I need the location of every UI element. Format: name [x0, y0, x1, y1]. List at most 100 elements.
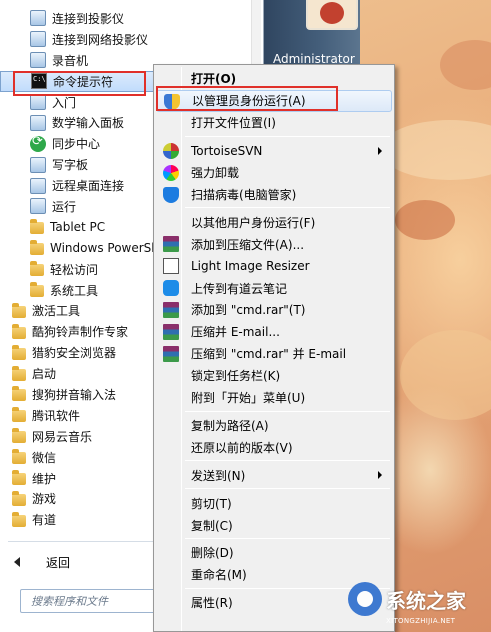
context-menu-item-label: 打开文件位置(I): [191, 116, 276, 131]
sync-center-icon: [30, 134, 46, 152]
projector-icon: [30, 10, 46, 27]
context-menu-item[interactable]: TortoiseSVN: [156, 140, 392, 162]
youdao-cloud-icon: [163, 280, 179, 297]
program-item-label: 数学输入面板: [52, 116, 125, 131]
context-menu-item[interactable]: 压缩并 E-mail...: [156, 321, 392, 343]
context-menu-item-label: TortoiseSVN: [191, 143, 263, 158]
submenu-arrow-icon: [378, 471, 382, 480]
menu-separator: [185, 207, 390, 209]
folder-icon: [12, 449, 26, 465]
menu-separator: [185, 488, 390, 490]
program-item-label: 激活工具: [32, 304, 81, 319]
context-menu-item[interactable]: 发送到(N): [156, 464, 392, 486]
program-item-label: 运行: [52, 199, 77, 214]
antivirus-icon: [163, 186, 179, 203]
context-menu-item-label: 复制为路径(A): [191, 418, 269, 433]
watermark-url: XITONGZHIJIA.NET: [386, 617, 456, 625]
watermark-logo-icon: [348, 582, 382, 616]
program-item-label: 微信: [32, 450, 57, 465]
context-menu-item-label: 打开(O): [191, 72, 237, 87]
folder-icon: [12, 511, 26, 527]
context-menu-item-label: 还原以前的版本(V): [191, 440, 293, 455]
program-item-label: 写字板: [52, 158, 89, 173]
context-menu-item[interactable]: 打开文件位置(I): [156, 112, 392, 134]
winrar-icon: [163, 323, 179, 340]
context-menu-item-label: 上传到有道云笔记: [191, 281, 288, 296]
back-arrow-icon: [14, 557, 20, 567]
getting-started-icon: [30, 94, 46, 110]
program-item-label: 游戏: [32, 492, 57, 507]
context-menu-item[interactable]: 剪切(T): [156, 492, 392, 514]
context-menu-item-label: 发送到(N): [191, 468, 246, 483]
context-menu-item-label: Light Image Resizer: [191, 259, 310, 274]
wordpad-icon: [30, 156, 46, 173]
program-item-label: 连接到网络投影仪: [52, 32, 149, 47]
context-menu-item[interactable]: 上传到有道云笔记: [156, 277, 392, 299]
back-label: 返回: [46, 555, 71, 570]
context-menu-item[interactable]: 删除(D): [156, 542, 392, 564]
folder-icon: [12, 407, 26, 423]
context-menu-item[interactable]: 还原以前的版本(V): [156, 436, 392, 458]
math-input-icon: [30, 114, 46, 131]
uninstall-icon: [163, 164, 179, 181]
folder-icon: [12, 302, 26, 318]
program-item-label: 轻松访问: [50, 262, 99, 277]
menu-separator: [185, 135, 390, 137]
context-menu-item[interactable]: 复制(C): [156, 514, 392, 536]
folder-icon: [12, 386, 26, 402]
winrar-icon: [163, 236, 179, 253]
context-menu-item-label: 剪切(T): [191, 496, 232, 511]
folder-icon: [30, 282, 44, 298]
watermark-text: 系统之家: [386, 588, 466, 613]
context-menu-item[interactable]: 添加到压缩文件(A)...: [156, 233, 392, 255]
context-menu-item[interactable]: 打开(O): [156, 68, 392, 90]
cmd-icon: [31, 73, 47, 90]
context-menu-item[interactable]: Light Image Resizer: [156, 255, 392, 277]
program-item-label: 远程桌面连接: [52, 179, 125, 194]
context-menu-item[interactable]: 附到「开始」菜单(U): [156, 387, 392, 409]
program-item-label: 网易云音乐: [32, 429, 93, 444]
back-button[interactable]: 返回: [14, 551, 70, 573]
program-item-label: 启动: [32, 367, 57, 382]
watermark: 系统之家: [348, 582, 466, 616]
submenu-arrow-icon: [378, 146, 382, 155]
context-menu: 打开(O) 以管理员身份运行(A) 打开文件位置(I) TortoiseSVN 强力卸载…: [153, 64, 395, 632]
network-projector-icon: [30, 31, 46, 48]
context-menu-item-label: 删除(D): [191, 546, 234, 561]
folder-icon: [30, 261, 44, 277]
remote-desktop-icon: [30, 177, 46, 194]
context-menu-item-label: 复制(C): [191, 518, 233, 533]
context-menu-item[interactable]: 添加到 "cmd.rar"(T): [156, 299, 392, 321]
context-menu-item[interactable]: 以管理员身份运行(A): [156, 89, 392, 112]
context-menu-item[interactable]: 强力卸载: [156, 162, 392, 184]
context-menu-item[interactable]: 锁定到任务栏(K): [156, 365, 392, 387]
run-icon: [30, 198, 46, 215]
user-avatar[interactable]: [306, 0, 358, 30]
program-item-label: 维护: [32, 471, 57, 486]
context-menu-item-label: 扫描病毒(电脑管家): [191, 187, 297, 202]
program-item-label: 命令提示符: [53, 74, 114, 89]
context-menu-item[interactable]: 复制为路径(A): [156, 415, 392, 437]
program-item-label: 录音机: [52, 53, 89, 68]
microphone-icon: [30, 52, 46, 69]
context-menu-item[interactable]: 压缩到 "cmd.rar" 并 E-mail: [156, 343, 392, 365]
context-menu-item-label: 锁定到任务栏(K): [191, 369, 281, 384]
context-menu-item-label: 重命名(M): [191, 568, 247, 583]
context-menu-item-label: 以管理员身份运行(A): [192, 94, 306, 109]
context-menu-item-label: 压缩并 E-mail...: [191, 325, 280, 340]
folder-icon: [12, 365, 26, 381]
program-item-label: 入门: [52, 95, 77, 110]
context-menu-item[interactable]: 扫描病毒(电脑管家): [156, 184, 392, 206]
folder-icon: [30, 240, 44, 256]
context-menu-item-label: 强力卸载: [191, 166, 240, 181]
program-item-label: 同步中心: [52, 137, 101, 152]
program-item-label: 搜狗拼音输入法: [32, 387, 117, 402]
context-menu-item[interactable]: 以其他用户身份运行(F): [156, 211, 392, 233]
context-menu-item-label: 属性(R): [191, 596, 233, 611]
tortoisesvn-icon: [163, 142, 179, 159]
program-item[interactable]: 连接到网络投影仪: [0, 29, 262, 50]
uac-shield-icon: [164, 93, 180, 110]
program-item-label: 连接到投影仪: [52, 11, 125, 26]
program-item-label: 系统工具: [50, 283, 99, 298]
program-item[interactable]: 连接到投影仪: [0, 8, 262, 29]
